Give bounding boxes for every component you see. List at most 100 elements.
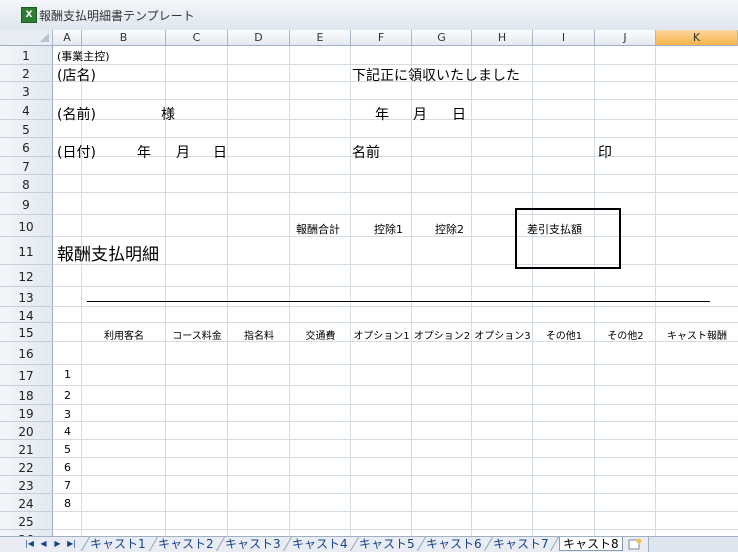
row-header-7[interactable]: 7: [0, 157, 53, 175]
cell-a11-title[interactable]: 報酬支払明細: [57, 240, 159, 265]
column-header-h[interactable]: H: [472, 30, 533, 46]
table-header-7: オプション3: [474, 331, 531, 342]
row-header-12[interactable]: 12: [0, 265, 53, 287]
row-header-5[interactable]: 5: [0, 120, 53, 138]
cell-f4[interactable]: 年: [375, 104, 389, 124]
separator-line: [87, 301, 710, 302]
cell-g10[interactable]: 控除2: [435, 221, 464, 237]
cell-a2[interactable]: (店名): [57, 65, 96, 85]
cell-g4-month[interactable]: 月: [413, 104, 427, 124]
cell-j6[interactable]: 印: [598, 142, 612, 162]
select-all-corner[interactable]: [0, 30, 53, 46]
row-header-1[interactable]: 1: [0, 46, 53, 65]
tab-separator: [416, 537, 427, 551]
row-header-8[interactable]: 8: [0, 175, 53, 193]
row-header-18[interactable]: 18: [0, 386, 53, 405]
column-header-i[interactable]: I: [533, 30, 595, 46]
row-header-23[interactable]: 23: [0, 476, 53, 494]
row-header-20[interactable]: 20: [0, 422, 53, 440]
row-gridline: [53, 421, 738, 422]
column-header-b[interactable]: B: [82, 30, 166, 46]
table-header-6: オプション2: [413, 331, 471, 342]
title-bar: X 報酬支払明細書テンプレート: [0, 0, 738, 31]
window-title: 報酬支払明細書テンプレート: [39, 9, 195, 23]
excel-icon: X: [21, 7, 37, 23]
item-number-4[interactable]: 4: [64, 425, 71, 438]
column-header-k[interactable]: K: [656, 30, 738, 46]
row-header-10[interactable]: 10: [0, 215, 53, 237]
table-header-2: コース料金: [172, 331, 222, 342]
item-number-7[interactable]: 7: [64, 479, 71, 492]
cell-d6[interactable]: 日: [213, 142, 227, 162]
cell-f10[interactable]: 控除1: [374, 221, 403, 237]
row-header-21[interactable]: 21: [0, 440, 53, 458]
sheet-tab-3[interactable]: キャスト3: [225, 537, 281, 551]
item-number-3[interactable]: 3: [64, 408, 71, 421]
sheet-tab-1[interactable]: キャスト1: [90, 537, 146, 551]
column-gridline: [411, 46, 412, 536]
column-header-g[interactable]: G: [412, 30, 472, 46]
cell-c6[interactable]: 月: [176, 142, 190, 162]
sheet-tab-4[interactable]: キャスト4: [292, 537, 348, 551]
horizontal-scrollbar[interactable]: [648, 537, 738, 552]
insert-sheet-icon[interactable]: [628, 538, 642, 550]
table-header-1: 利用客名: [104, 331, 144, 342]
last-sheet-nav-icon[interactable]: ▶|: [66, 538, 77, 550]
row-header-17[interactable]: 17: [0, 365, 53, 386]
row-header-6[interactable]: 6: [0, 138, 53, 157]
next-sheet-nav-icon[interactable]: ▶: [52, 538, 63, 550]
spreadsheet-grid[interactable]: A B C D E F G H I J K 1 2 3 4 5 6 7 8 9 10 11 12 13 14 15 16 17 18 19…: [0, 30, 738, 536]
row-header-14[interactable]: 14: [0, 307, 53, 323]
column-header-d[interactable]: D: [228, 30, 290, 46]
row-gridline: [53, 174, 738, 175]
tab-separator: [549, 537, 560, 551]
item-number-1[interactable]: 1: [64, 368, 71, 381]
cell-h4-day[interactable]: 日: [452, 104, 466, 124]
sheet-tab-7[interactable]: キャスト7: [493, 537, 549, 551]
sheet-tab-bar: |◀ ◀ ▶ ▶| キャスト1 キャスト2 キャスト3 キャスト4 キャスト5 キャスト6…: [0, 536, 738, 552]
cell-a6[interactable]: (日付): [57, 142, 96, 162]
tab-separator: [148, 537, 159, 551]
row-header-3[interactable]: 3: [0, 82, 53, 100]
row-header-16[interactable]: 16: [0, 342, 53, 365]
cell-f2[interactable]: 下記正に領収いたしました: [352, 65, 520, 85]
row-gridline: [53, 306, 738, 307]
sheet-tab-2[interactable]: キャスト2: [158, 537, 214, 551]
row-header-13[interactable]: 13: [0, 287, 53, 307]
sheet-tab-5[interactable]: キャスト5: [359, 537, 415, 551]
cell-e10[interactable]: 報酬合計: [296, 221, 340, 237]
column-header-c[interactable]: C: [166, 30, 228, 46]
item-number-8[interactable]: 8: [64, 497, 71, 510]
row-header-24[interactable]: 24: [0, 494, 53, 512]
column-header-f[interactable]: F: [351, 30, 412, 46]
item-number-5[interactable]: 5: [64, 443, 71, 456]
cell-b6[interactable]: 年: [137, 142, 151, 162]
cell-c4[interactable]: 様: [161, 104, 175, 124]
row-header-25[interactable]: 25: [0, 512, 53, 530]
cell-a1[interactable]: (事業主控): [57, 48, 110, 64]
column-gridline: [532, 46, 533, 536]
row-gridline: [53, 99, 738, 100]
item-number-2[interactable]: 2: [64, 389, 71, 402]
row-header-9[interactable]: 9: [0, 193, 53, 215]
row-gridline: [53, 156, 738, 157]
column-header-a[interactable]: A: [53, 30, 82, 46]
sheet-tab-6[interactable]: キャスト6: [426, 537, 482, 551]
cell-a4[interactable]: (名前): [57, 104, 96, 124]
item-number-6[interactable]: 6: [64, 461, 71, 474]
first-sheet-nav-icon[interactable]: |◀: [24, 538, 35, 550]
row-gridline: [53, 457, 738, 458]
tab-separator: [349, 537, 360, 551]
column-header-j[interactable]: J: [595, 30, 656, 46]
row-header-4[interactable]: 4: [0, 100, 53, 120]
row-header-22[interactable]: 22: [0, 458, 53, 476]
row-header-11[interactable]: 11: [0, 237, 53, 265]
row-header-2[interactable]: 2: [0, 65, 53, 82]
tab-separator: [80, 537, 91, 551]
row-header-15[interactable]: 15: [0, 323, 53, 342]
column-header-e[interactable]: E: [290, 30, 351, 46]
prev-sheet-nav-icon[interactable]: ◀: [38, 538, 49, 550]
sheet-tab-8[interactable]: キャスト8: [559, 537, 623, 551]
row-header-19[interactable]: 19: [0, 405, 53, 422]
cell-f6[interactable]: 名前: [352, 142, 380, 162]
